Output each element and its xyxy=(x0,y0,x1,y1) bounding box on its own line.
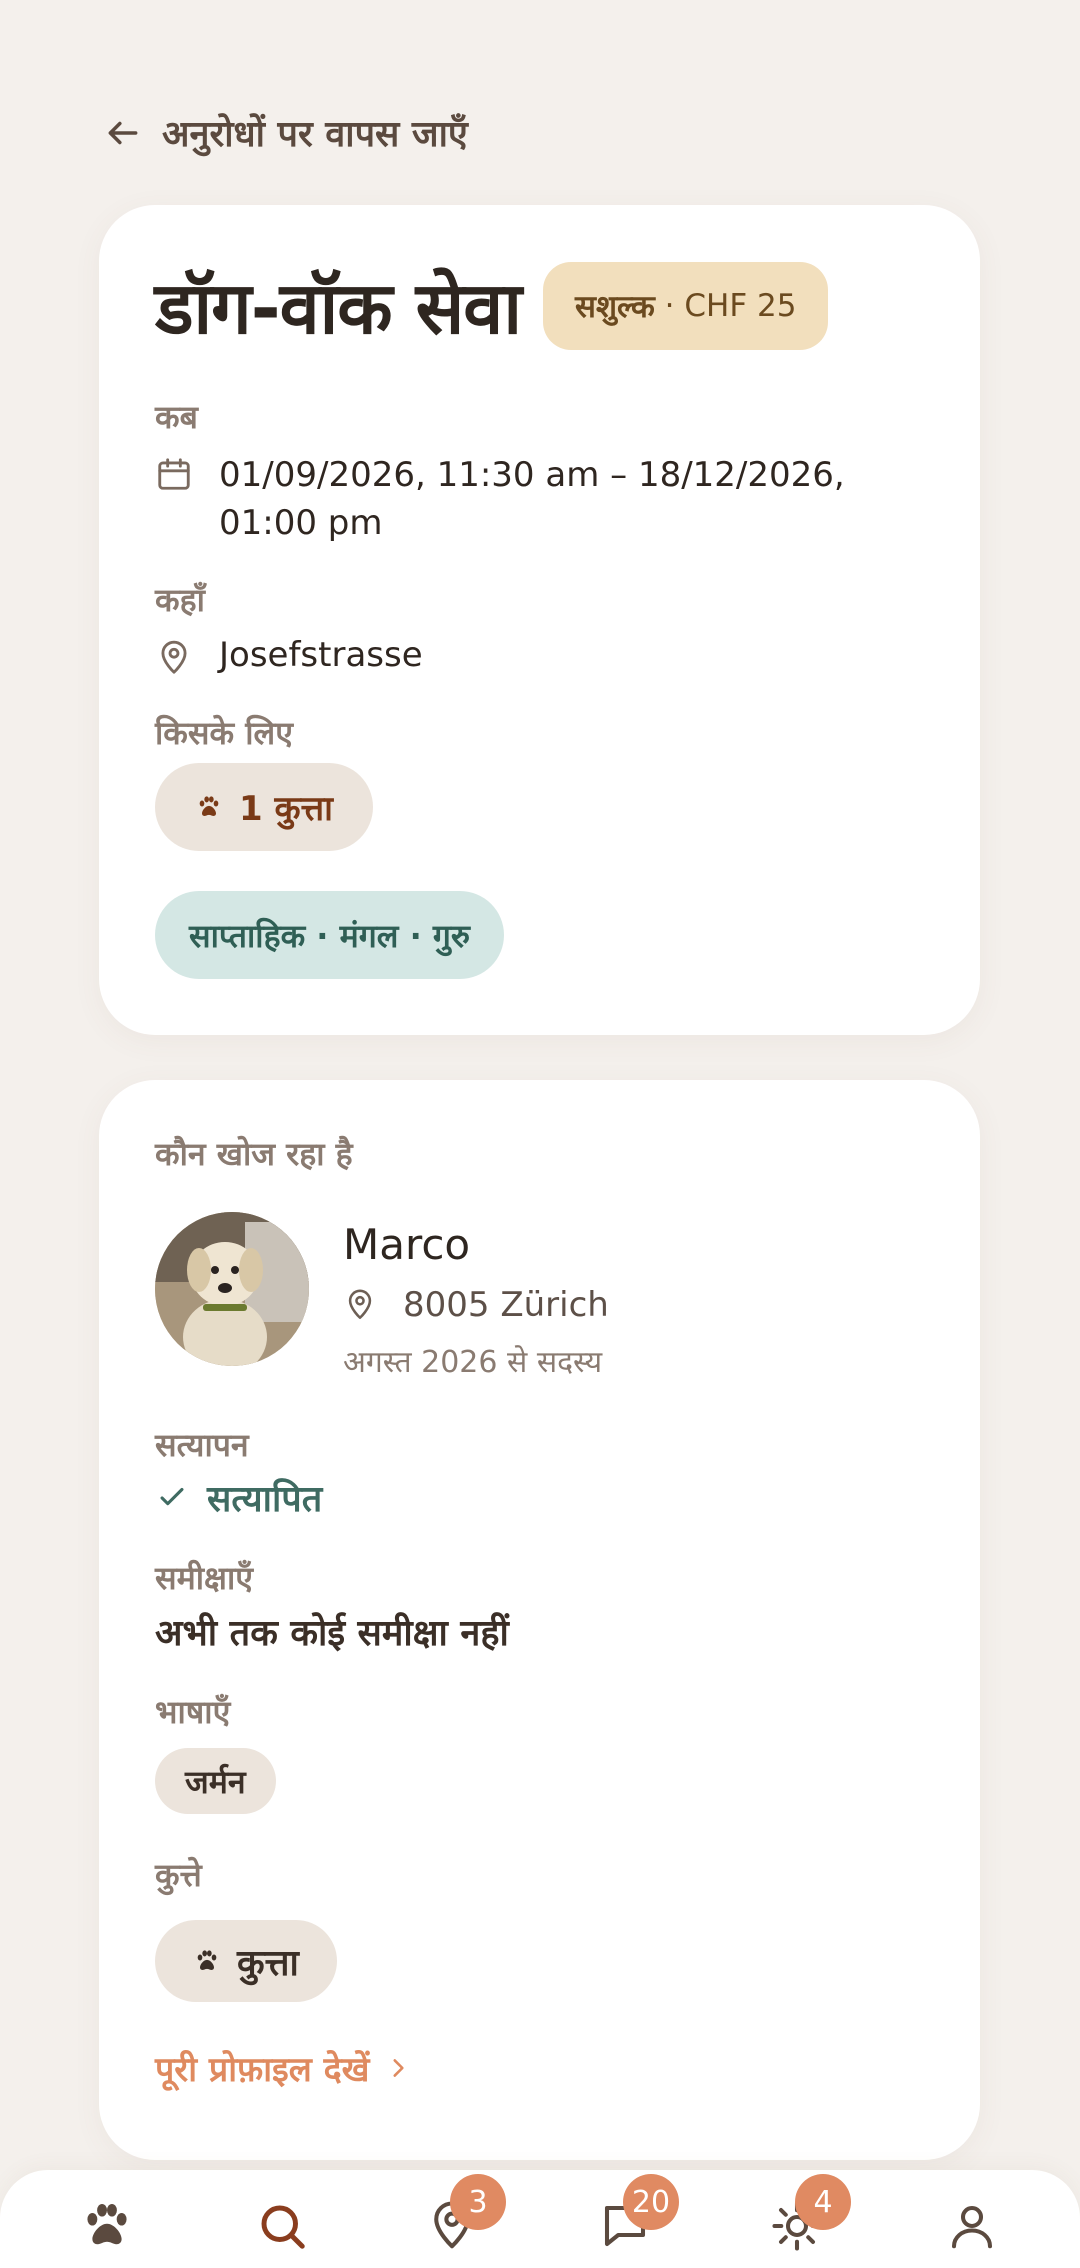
user-icon xyxy=(951,2205,993,2249)
requester-location: 8005 Zürich xyxy=(343,1285,609,1325)
price-kind: सशुल्क xyxy=(574,289,655,325)
reviews-value: अभी तक कोई समीक्षा नहीं xyxy=(155,1613,509,1654)
price-amount: CHF 25 xyxy=(684,288,797,324)
paw-icon xyxy=(197,1950,217,1970)
when-row: 01/09/2026, 11:30 am – 18/12/2026, 01:00… xyxy=(155,451,875,547)
back-link-label: अनुरोधों पर वापस जाएँ xyxy=(162,114,468,155)
nav-activity[interactable]: 4 xyxy=(767,2174,851,2256)
verification-status: सत्यापित xyxy=(155,1473,322,1522)
dogs-label: कुत्ते xyxy=(155,1856,202,1894)
messages-badge: 20 xyxy=(623,2174,679,2230)
languages-label: भाषाएँ xyxy=(155,1693,231,1731)
nav-messages[interactable]: 20 xyxy=(595,2174,679,2256)
verification-value: सत्यापित xyxy=(207,1479,323,1520)
title-row: डॉग-वॉक सेवा सशुल्क · CHF 25 xyxy=(155,257,829,355)
member-since: अगस्त 2026 से सदस्य xyxy=(343,1345,603,1380)
dog-chip-label: कुत्ता xyxy=(237,1942,299,1984)
price-badge: सशुल्क · CHF 25 xyxy=(542,262,829,350)
search-icon xyxy=(261,2205,305,2249)
requester-location-value: 8005 Zürich xyxy=(403,1285,609,1325)
location-pin-icon xyxy=(161,640,187,674)
where-row: Josefstrasse xyxy=(155,635,423,677)
where-value: Josefstrasse xyxy=(219,635,423,675)
dog-count-chip: 1 कुत्ता xyxy=(155,763,373,851)
nav-search[interactable] xyxy=(252,2196,312,2256)
when-value: 01/09/2026, 11:30 am – 18/12/2026, 01:00… xyxy=(219,455,845,543)
requester-name: Marco xyxy=(343,1220,471,1269)
requester-section-label: कौन खोज रहा है xyxy=(155,1135,353,1173)
verification-label: सत्यापन xyxy=(155,1426,249,1464)
dog-count-label: 1 कुत्ता xyxy=(239,789,333,829)
for-whom-label: किसके लिए xyxy=(155,714,293,752)
request-card: डॉग-वॉक सेवा सशुल्क · CHF 25 कब 01/09/20… xyxy=(99,205,980,1035)
nav-home[interactable] xyxy=(77,2196,137,2256)
when-label: कब xyxy=(155,398,198,436)
bottom-nav: 3 20 4 xyxy=(0,2170,1080,2268)
request-title: डॉग-वॉक सेवा xyxy=(155,266,522,350)
price-separator: · xyxy=(654,288,685,324)
where-label: कहाँ xyxy=(155,581,205,619)
view-profile-link[interactable]: पूरी प्रोफ़ाइल देखें xyxy=(155,2045,411,2091)
back-link[interactable]: अनुरोधों पर वापस जाएँ xyxy=(104,108,468,157)
activity-badge: 4 xyxy=(795,2174,851,2230)
schedule-label: साप्ताहिक · मंगल · गुरु xyxy=(189,916,471,955)
map-badge: 3 xyxy=(450,2174,506,2230)
nav-map[interactable]: 3 xyxy=(422,2174,506,2256)
calendar-icon xyxy=(158,458,190,490)
view-profile-label: पूरी प्रोफ़ाइल देखें xyxy=(155,2050,370,2090)
reviews-label: समीक्षाएँ xyxy=(155,1559,253,1597)
language-chip: जर्मन xyxy=(155,1748,276,1814)
requester-card: कौन खोज रहा है Marco 8005 Zürich अगस्त 2… xyxy=(99,1080,980,2160)
location-pin-icon xyxy=(348,1289,372,1320)
chevron-right-icon xyxy=(393,2059,405,2077)
paw-icon xyxy=(87,2203,127,2245)
schedule-chip: साप्ताहिक · मंगल · गुरु xyxy=(155,891,505,979)
check-icon xyxy=(160,1487,184,1505)
language-chip-label: जर्मन xyxy=(185,1762,246,1801)
arrow-left-icon xyxy=(108,121,138,144)
nav-profile[interactable] xyxy=(942,2196,1002,2256)
dog-chip[interactable]: कुत्ता xyxy=(155,1920,337,2002)
avatar[interactable] xyxy=(155,1212,309,1366)
dog-photo xyxy=(155,1212,309,1366)
paw-icon xyxy=(199,796,219,816)
